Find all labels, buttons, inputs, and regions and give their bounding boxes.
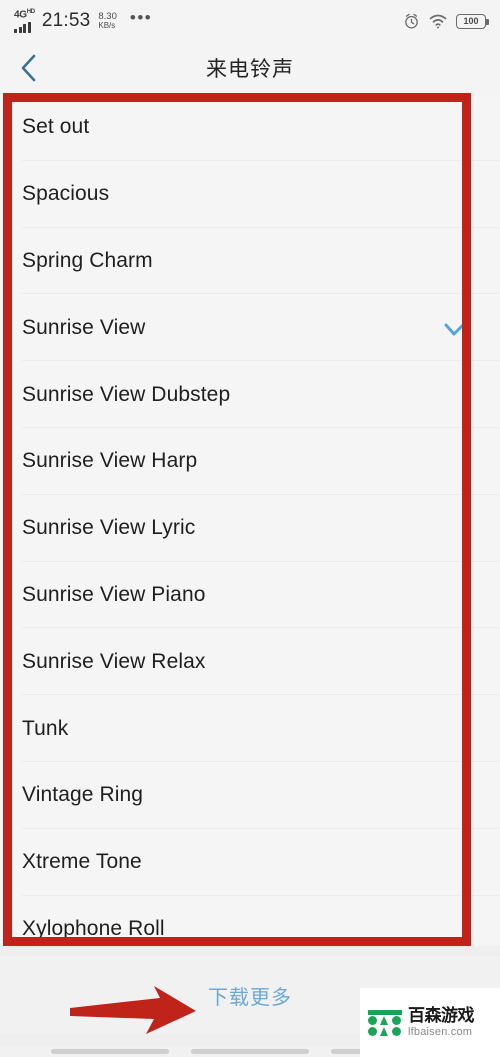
network-type-label: 4GHD bbox=[14, 9, 35, 20]
ringtone-row[interactable]: Sunrise View Dubstep bbox=[0, 361, 500, 428]
ringtone-label: Xtreme Tone bbox=[22, 850, 142, 874]
ringtone-label: Spacious bbox=[22, 182, 110, 206]
ringtone-row[interactable]: Xylophone Roll bbox=[0, 895, 500, 946]
title-bar: 来电铃声 bbox=[0, 42, 500, 94]
ringtone-label: Tunk bbox=[22, 716, 69, 740]
ringtone-row[interactable]: Sunrise View bbox=[0, 294, 500, 362]
wifi-icon bbox=[429, 14, 447, 28]
ringtone-row[interactable]: Sunrise View Relax bbox=[0, 628, 500, 696]
status-bar-left: 4GHD 21:53 8.30 KB/s ••• bbox=[14, 7, 153, 33]
overflow-dots-icon: ••• bbox=[129, 7, 153, 27]
network-type-text: 4G bbox=[14, 9, 27, 21]
ringtone-label: Spring Charm bbox=[22, 248, 153, 272]
ringtone-label: Sunrise View Dubstep bbox=[22, 382, 231, 406]
ringtone-label: Vintage Ring bbox=[22, 783, 144, 807]
network-speed: 8.30 KB/s bbox=[98, 11, 117, 30]
download-more-link[interactable]: 下载更多 bbox=[208, 981, 292, 1010]
battery-icon: 100 bbox=[456, 13, 489, 29]
watermark-text: 百森游戏 lfbaisen.com bbox=[408, 1006, 475, 1038]
nav-pill-home[interactable] bbox=[191, 1048, 309, 1054]
ringtone-row[interactable]: Vintage Ring bbox=[0, 761, 500, 829]
ringtone-label: Sunrise View Harp bbox=[22, 449, 198, 473]
status-bar: 4GHD 21:53 8.30 KB/s ••• 100 bbox=[0, 0, 500, 42]
ringtone-label: Sunrise View Relax bbox=[22, 649, 206, 673]
signal-bars-icon bbox=[14, 21, 31, 33]
watermark-badge: 百森游戏 lfbaisen.com bbox=[360, 988, 500, 1057]
status-clock: 21:53 bbox=[41, 9, 91, 31]
phone-screen: 4GHD 21:53 8.30 KB/s ••• 100 来电铃声 Set ou… bbox=[0, 0, 500, 1057]
signal-indicator: 4GHD bbox=[14, 9, 35, 33]
ringtone-list[interactable]: Set out Spacious Spring Charm Sunrise View S… bbox=[0, 94, 500, 946]
watermark-logo-icon bbox=[368, 1009, 402, 1036]
ringtone-row[interactable]: Xtreme Tone bbox=[0, 828, 500, 896]
ringtone-label: Sunrise View bbox=[22, 315, 146, 339]
network-speed-unit: KB/s bbox=[98, 20, 116, 30]
ringtone-row[interactable]: Spacious bbox=[0, 160, 500, 228]
ringtone-row[interactable]: Tunk bbox=[0, 695, 500, 762]
watermark-brand-url: lfbaisen.com bbox=[408, 1025, 473, 1038]
status-bar-right: 100 bbox=[403, 13, 489, 30]
page-title: 来电铃声 bbox=[206, 58, 294, 81]
ringtone-label: Xylophone Roll bbox=[22, 916, 165, 940]
ringtone-label: Set out bbox=[22, 115, 90, 139]
ringtone-label: Sunrise View Lyric bbox=[22, 516, 196, 540]
checkmark-icon bbox=[444, 318, 470, 338]
ringtone-row[interactable]: Sunrise View Lyric bbox=[0, 494, 500, 562]
ringtone-row[interactable]: Sunrise View Harp bbox=[0, 427, 500, 495]
ringtone-row[interactable]: Set out bbox=[0, 94, 500, 161]
ringtone-row[interactable]: Spring Charm bbox=[0, 227, 500, 295]
alarm-clock-icon bbox=[405, 13, 418, 29]
watermark-brand-name: 百森游戏 bbox=[408, 1006, 475, 1026]
nav-pill-back[interactable] bbox=[51, 1048, 169, 1054]
battery-level-label: 100 bbox=[463, 16, 479, 26]
network-suffix-text: HD bbox=[26, 9, 35, 16]
ringtone-label: Sunrise View Piano bbox=[22, 582, 206, 606]
ringtone-row[interactable]: Sunrise View Piano bbox=[0, 561, 500, 629]
